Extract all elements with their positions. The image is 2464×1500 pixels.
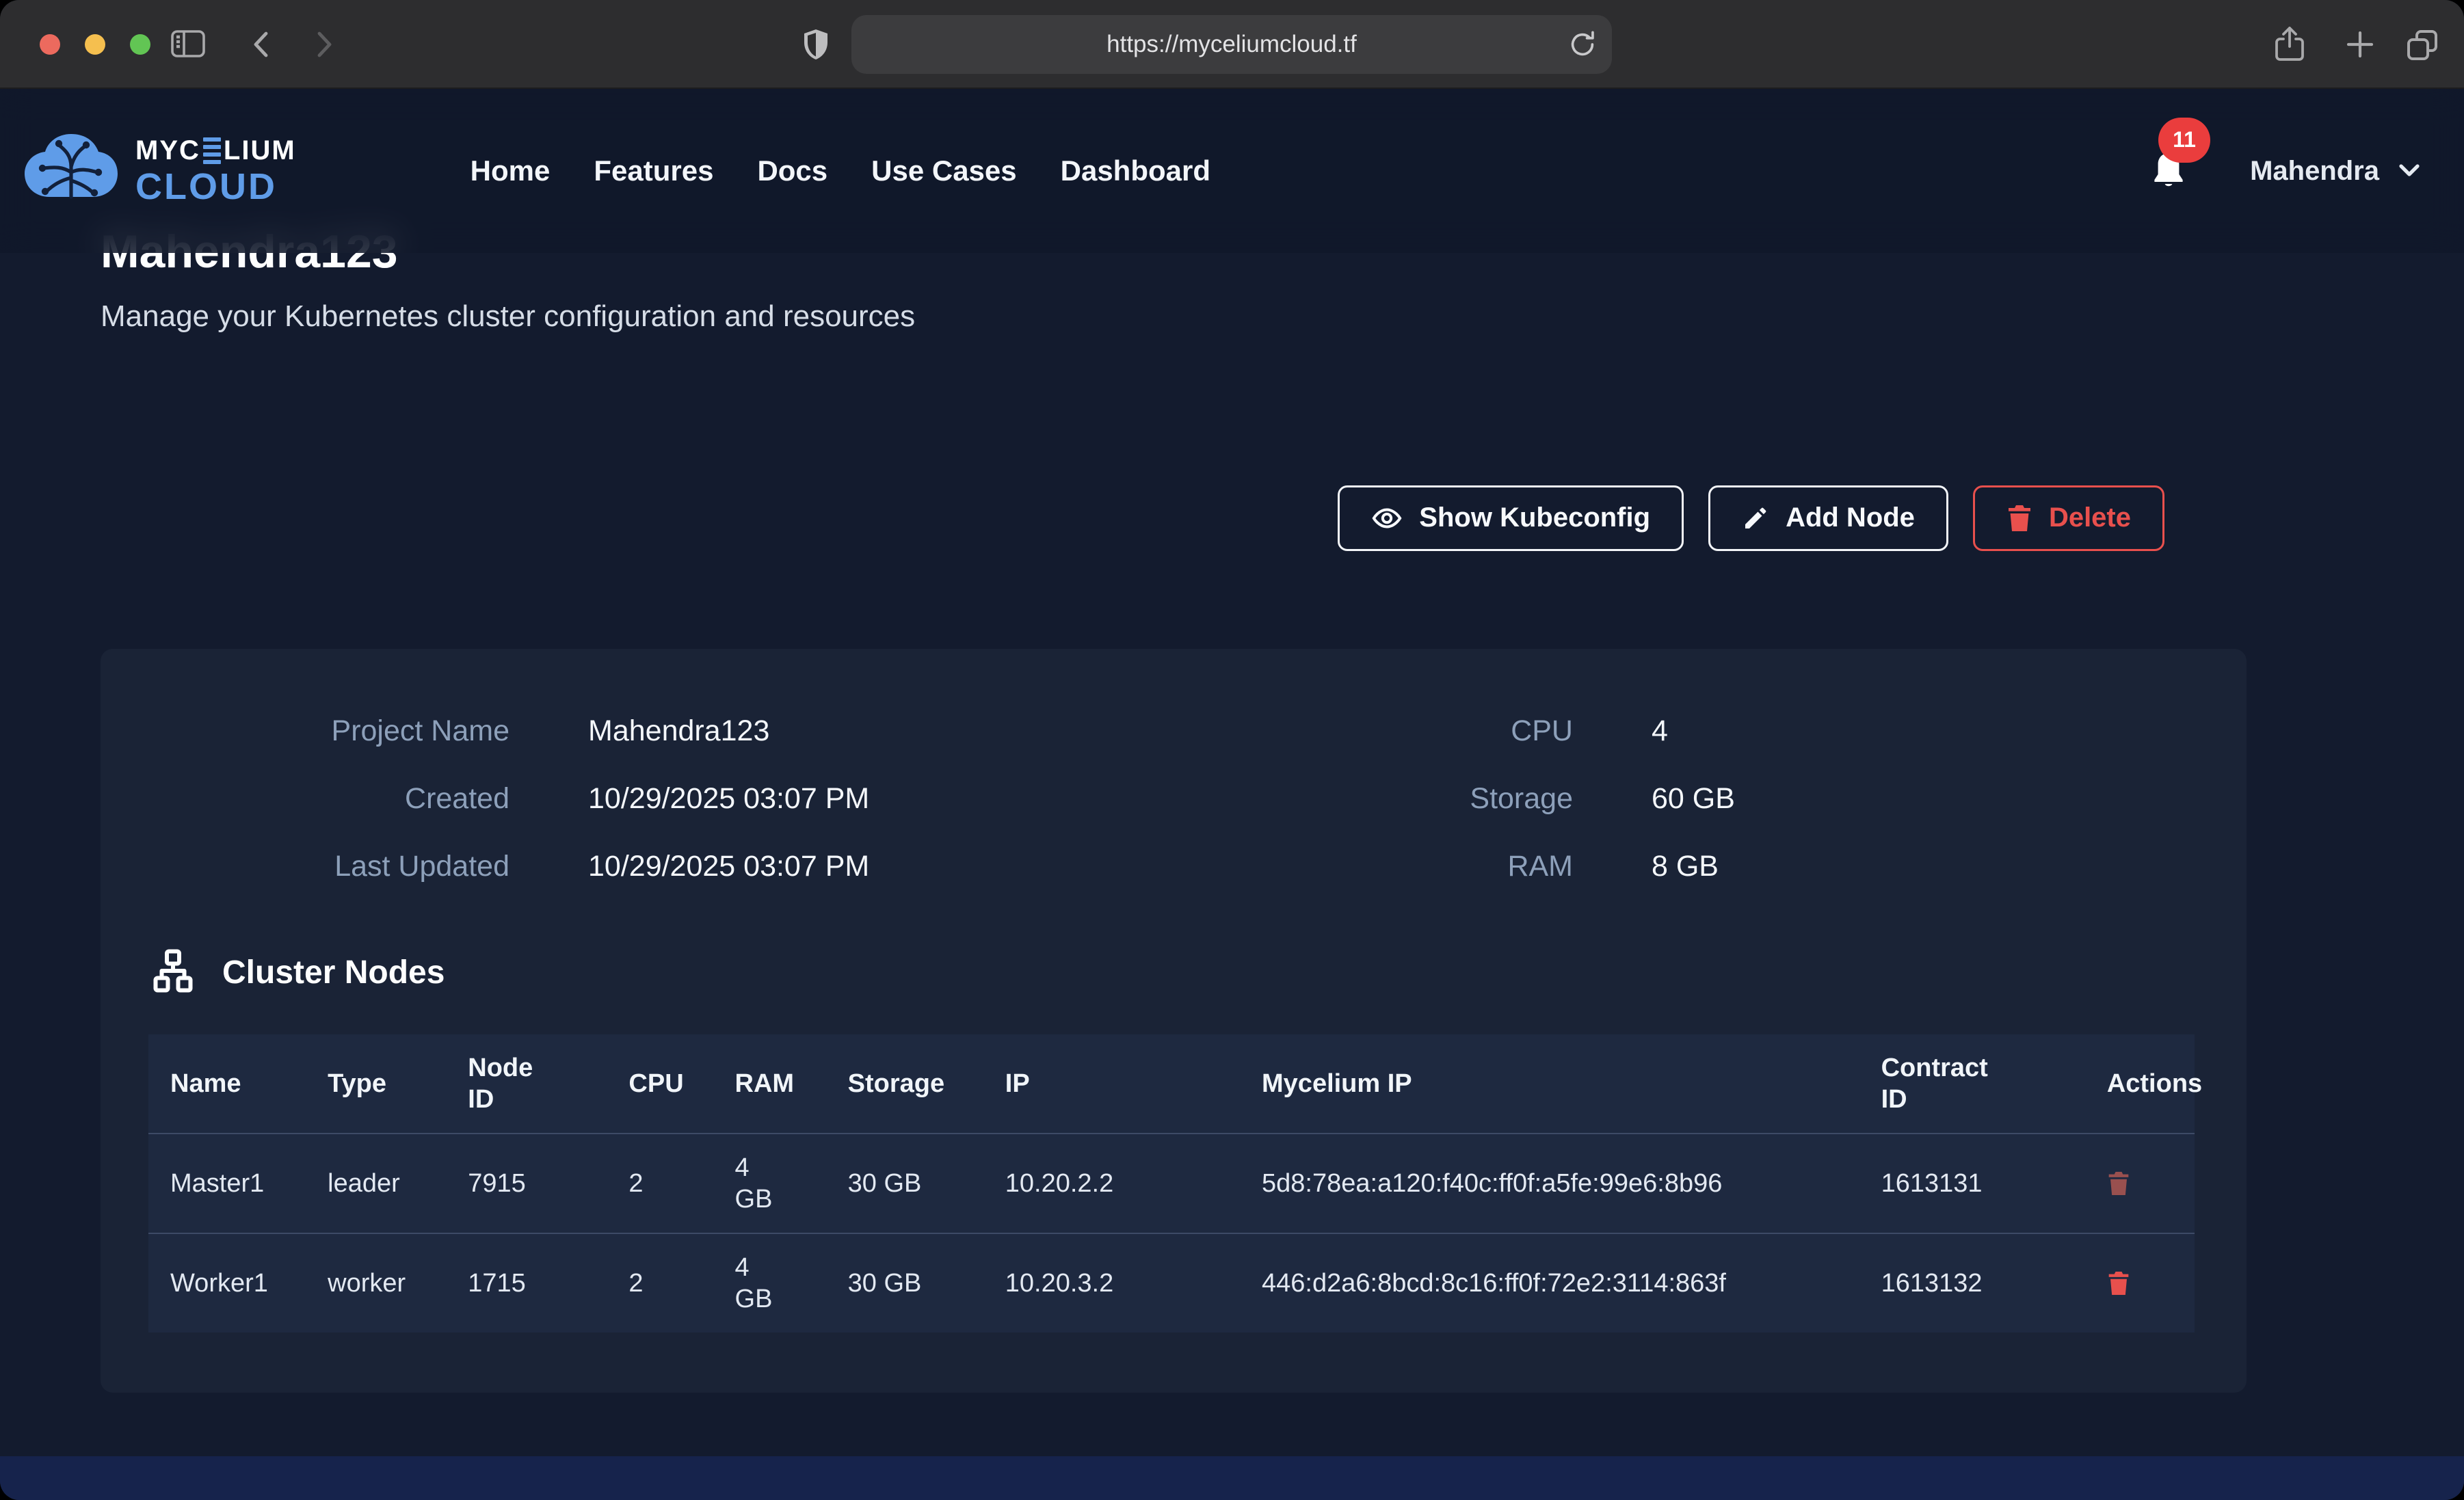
cell-storage: 30 GB <box>826 1134 983 1233</box>
cell-actions <box>2085 1134 2195 1233</box>
cpu-label: CPU <box>1174 714 1573 748</box>
browser-window: https://myceliumcloud.tf Mahendra123 <box>0 0 2464 1500</box>
eye-icon <box>1371 503 1403 534</box>
cell-type: leader <box>306 1134 446 1233</box>
nav-link-features[interactable]: Features <box>594 155 713 187</box>
trash-icon <box>2107 1170 2130 1196</box>
cell-actions <box>2085 1233 2195 1332</box>
user-menu-button[interactable]: Mahendra <box>2250 156 2423 187</box>
table-row: Master1leader791524 GB30 GB10.20.2.25d8:… <box>148 1134 2195 1233</box>
created-label: Created <box>148 782 509 816</box>
url-text: https://myceliumcloud.tf <box>1107 31 1357 58</box>
trash-icon <box>2107 1270 2130 1296</box>
table-row: Worker1worker171524 GB30 GB10.20.3.2446:… <box>148 1233 2195 1332</box>
zoom-window-button[interactable] <box>130 34 150 55</box>
primary-nav: Home Features Docs Use Cases Dashboard <box>471 155 1210 187</box>
pencil-icon <box>1742 505 1769 532</box>
cell-ip: 10.20.2.2 <box>983 1134 1240 1233</box>
show-kubeconfig-button[interactable]: Show Kubeconfig <box>1338 485 1684 551</box>
ram-label: RAM <box>1174 850 1573 883</box>
last-updated-label: Last Updated <box>148 850 509 883</box>
col-ip: IP <box>983 1034 1240 1134</box>
col-mycelium-ip: Mycelium IP <box>1240 1034 1859 1134</box>
delete-cluster-button[interactable]: Delete <box>1973 485 2164 551</box>
tab-overview-icon[interactable] <box>2405 27 2440 63</box>
site-navbar: MYC LIUM CLOUD Home Features Docs Use Ca… <box>0 89 2464 253</box>
new-tab-icon[interactable] <box>2343 27 2377 62</box>
chevron-down-icon <box>2396 156 2423 187</box>
footer-strip <box>0 1456 2464 1500</box>
project-name-label: Project Name <box>148 714 509 748</box>
col-storage: Storage <box>826 1034 983 1134</box>
privacy-shield-icon[interactable] <box>800 27 832 62</box>
notification-count-badge: 11 <box>2158 118 2210 163</box>
close-window-button[interactable] <box>40 34 60 55</box>
storage-label: Storage <box>1174 782 1573 816</box>
add-node-button[interactable]: Add Node <box>1708 485 1948 551</box>
reload-icon[interactable] <box>1567 29 1598 62</box>
page-subtitle: Manage your Kubernetes cluster configura… <box>101 299 2247 334</box>
created-value: 10/29/2025 03:07 PM <box>588 782 1174 816</box>
cell-contract-id: 1613132 <box>1859 1233 2085 1332</box>
mycelium-cloud-logo-icon <box>19 126 123 217</box>
ram-value: 8 GB <box>1652 850 2199 883</box>
window-controls <box>40 34 150 55</box>
page-body: Mahendra123 Manage your Kubernetes clust… <box>0 89 2464 1500</box>
nav-link-dashboard[interactable]: Dashboard <box>1061 155 1210 187</box>
cell-storage: 30 GB <box>826 1233 983 1332</box>
col-cpu: CPU <box>607 1034 713 1134</box>
user-name: Mahendra <box>2250 156 2379 187</box>
cell-contract-id: 1613131 <box>1859 1134 2085 1233</box>
project-name-value: Mahendra123 <box>588 714 1174 748</box>
cell-ram: 4 GB <box>713 1233 826 1332</box>
cluster-actions: Show Kubeconfig Add Node <box>101 485 2247 551</box>
cell-name: Master1 <box>148 1134 306 1233</box>
nav-link-home[interactable]: Home <box>471 155 551 187</box>
cluster-nodes-title: Cluster Nodes <box>222 954 445 991</box>
cell-mycelium-ip: 5d8:78ea:a120:f40c:ff0f:a5fe:99e6:8b96 <box>1240 1134 1859 1233</box>
address-bar[interactable]: https://myceliumcloud.tf <box>851 15 1612 74</box>
trash-icon <box>2006 504 2032 533</box>
cell-name: Worker1 <box>148 1233 306 1332</box>
row-delete-button[interactable] <box>2107 1270 2130 1296</box>
share-icon[interactable] <box>2272 25 2307 64</box>
storage-value: 60 GB <box>1652 782 2199 816</box>
cell-ram: 4 GB <box>713 1134 826 1233</box>
col-type: Type <box>306 1034 446 1134</box>
bell-icon <box>2149 183 2188 193</box>
col-node-id: Node ID <box>446 1034 607 1134</box>
col-contract-id: Contract ID <box>1859 1034 2085 1134</box>
notifications-button[interactable]: 11 <box>2149 149 2188 193</box>
brand-wordmark: MYC LIUM CLOUD <box>135 137 296 205</box>
sidebar-toggle-icon[interactable] <box>170 27 207 60</box>
cell-cpu: 2 <box>607 1233 713 1332</box>
row-delete-button[interactable] <box>2107 1170 2130 1196</box>
brand-logo[interactable]: MYC LIUM CLOUD <box>19 126 296 217</box>
col-actions: Actions <box>2085 1034 2195 1134</box>
logo-e-bars <box>203 137 221 164</box>
table-header-row: Name Type Node ID CPU RAM Storage IP Myc… <box>148 1034 2195 1134</box>
col-name: Name <box>148 1034 306 1134</box>
browser-toolbar: https://myceliumcloud.tf <box>0 0 2464 89</box>
main-content: Mahendra123 Manage your Kubernetes clust… <box>101 224 2247 1393</box>
cell-type: worker <box>306 1233 446 1332</box>
cluster-info-grid: Project Name Mahendra123 Created 10/29/2… <box>148 714 2199 883</box>
last-updated-value: 10/29/2025 03:07 PM <box>588 850 1174 883</box>
cell-ip: 10.20.3.2 <box>983 1233 1240 1332</box>
cell-node-id: 1715 <box>446 1233 607 1332</box>
cluster-nodes-table: Name Type Node ID CPU RAM Storage IP Myc… <box>148 1034 2195 1332</box>
nav-link-use-cases[interactable]: Use Cases <box>871 155 1016 187</box>
cell-node-id: 7915 <box>446 1134 607 1233</box>
forward-icon[interactable] <box>309 29 338 60</box>
back-icon[interactable] <box>248 29 276 60</box>
cluster-nodes-icon <box>148 946 198 999</box>
minimize-window-button[interactable] <box>85 34 105 55</box>
col-ram: RAM <box>713 1034 826 1134</box>
cell-mycelium-ip: 446:d2a6:8bcd:8c16:ff0f:72e2:3114:863f <box>1240 1233 1859 1332</box>
nav-link-docs[interactable]: Docs <box>757 155 827 187</box>
cell-cpu: 2 <box>607 1134 713 1233</box>
cluster-details-panel: Project Name Mahendra123 Created 10/29/2… <box>101 649 2247 1393</box>
cpu-value: 4 <box>1652 714 2199 748</box>
